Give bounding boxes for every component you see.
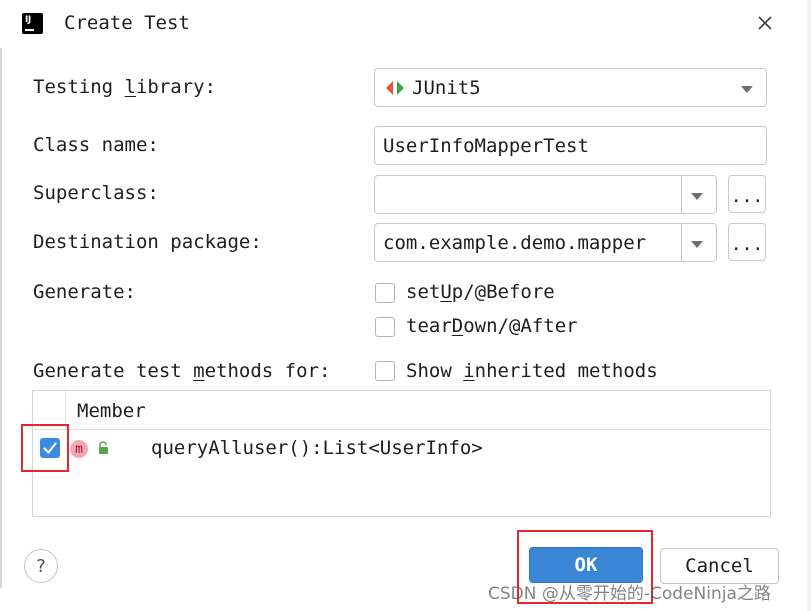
superclass-combo[interactable] [374,175,717,214]
testing-library-label: Testing library: [33,76,217,98]
header-row-divider [33,429,770,430]
destination-package-value: com.example.demo.mapper [383,231,647,254]
member-column-header: Member [77,400,146,422]
close-icon [758,16,772,30]
setup-label[interactable]: setUp/@Before [406,281,555,303]
title-bar: IJ Create Test [0,0,811,48]
methods-for-label: Generate test methods for: [33,360,331,382]
show-inherited-checkbox[interactable] [375,361,395,381]
dialog-left-edge [0,48,2,588]
testing-library-value: JUnit5 [412,76,481,99]
testing-library-select[interactable]: JUnit5 [374,68,767,107]
junit-icon [386,81,404,95]
watermark-text: CSDN @从零开始的-CodeNinja之路 [488,584,771,604]
public-lock-icon [99,441,108,454]
generate-label: Generate: [33,281,136,303]
destination-package-combo[interactable]: com.example.demo.mapper [374,223,717,262]
dialog-right-edge [807,0,811,611]
intellij-idea-icon: IJ [20,11,45,36]
highlight-box-checkbox [21,424,69,472]
create-test-dialog: IJ Create Test Testing library: JUnit5 C… [0,0,811,611]
destination-package-label: Destination package: [33,231,262,253]
superclass-label: Superclass: [33,182,159,204]
combo-separator [681,224,682,261]
class-name-value: UserInfoMapperTest [383,134,589,157]
method-icon: m [70,440,88,458]
teardown-checkbox[interactable] [375,317,395,337]
chevron-down-icon[interactable] [691,241,703,248]
superclass-browse-button[interactable]: ... [728,175,766,213]
setup-checkbox[interactable] [375,283,395,303]
help-button[interactable]: ? [24,549,58,583]
class-name-label: Class name: [33,134,159,156]
combo-separator [681,176,682,213]
close-button[interactable] [752,10,778,36]
class-name-input[interactable]: UserInfoMapperTest [374,126,767,165]
chevron-down-icon [741,86,753,93]
show-inherited-label[interactable]: Show inherited methods [406,360,658,382]
chevron-down-icon[interactable] [691,193,703,200]
member-signature[interactable]: queryAlluser():List<UserInfo> [151,437,483,459]
teardown-label[interactable]: tearDown/@After [406,315,578,337]
destination-package-browse-button[interactable]: ... [728,223,766,261]
dialog-title: Create Test [64,12,190,34]
